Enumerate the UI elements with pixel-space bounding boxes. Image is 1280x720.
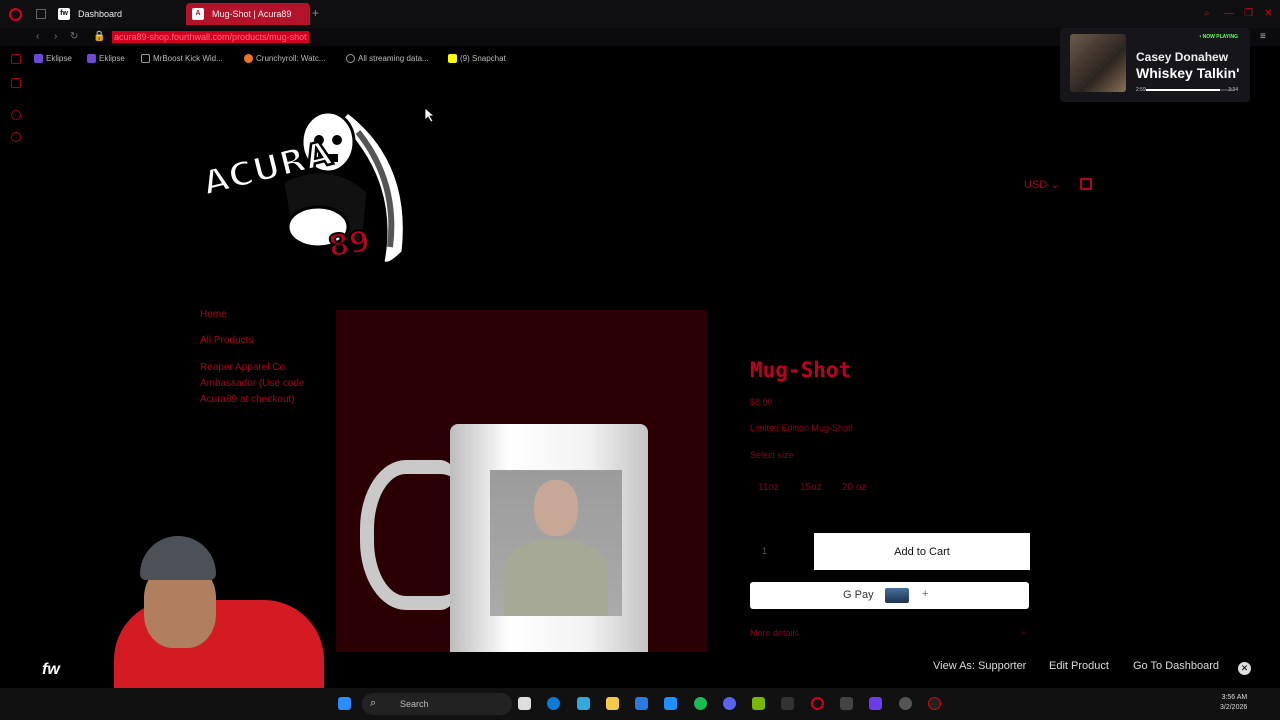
mugshot-photo xyxy=(490,470,622,616)
eklipse-icon xyxy=(34,54,43,63)
snapchat-icon xyxy=(448,54,457,63)
windows-taskbar: ⌕ Search 3:56 AM 3/2/2026 xyxy=(0,688,1280,720)
product-title: Mug-Shot xyxy=(750,358,852,382)
opera-menu-icon[interactable] xyxy=(9,8,22,21)
crunchyroll-icon xyxy=(244,54,253,63)
quantity-stepper[interactable]: 1 xyxy=(762,546,767,556)
store-icon[interactable] xyxy=(577,697,590,710)
duration-time: 3:34 xyxy=(1228,87,1238,93)
minimize-icon[interactable]: — xyxy=(1224,8,1234,19)
nav-all-products-link[interactable]: All Products xyxy=(200,333,253,349)
credit-card-icon xyxy=(885,588,909,603)
grid-app-icon[interactable] xyxy=(869,697,882,710)
edge-icon[interactable] xyxy=(547,697,560,710)
url-input[interactable]: acura89-shop.fourthwall.com/products/mug… xyxy=(112,31,309,43)
song-progress-bar xyxy=(1146,89,1234,91)
search-icon: ⌕ xyxy=(370,697,377,709)
now-playing-artist: Casey Donahew xyxy=(1136,50,1229,64)
chevron-down-icon: ⌄ xyxy=(1050,179,1060,191)
acura-favicon-icon: A xyxy=(192,8,204,20)
outlook-icon[interactable] xyxy=(664,697,677,710)
windows-start-icon[interactable] xyxy=(338,697,351,710)
product-description: Limited Edition Mug-Shot! xyxy=(750,423,854,433)
sidebar-aria-icon[interactable] xyxy=(11,54,21,64)
browser-menu-icon[interactable]: ≡ xyxy=(1260,31,1266,42)
fourthwall-logo: fw xyxy=(42,661,60,678)
obs-icon[interactable] xyxy=(928,697,941,710)
nav-reaper-link[interactable]: Reaper Apparel Co Ambassador (Use code A… xyxy=(200,360,320,408)
chevron-down-icon[interactable]: ⌄ xyxy=(1020,627,1027,636)
sidebar-settings-icon[interactable] xyxy=(11,132,21,142)
page-icon xyxy=(141,54,150,63)
sidebar-bag-icon[interactable] xyxy=(11,78,21,88)
back-icon[interactable]: ‹ xyxy=(36,31,39,42)
close-window-icon[interactable]: ✕ xyxy=(1264,8,1272,19)
browser-tab-bar: fw Dashboard A Mug-Shot | Acura89 + ⌕ — … xyxy=(0,0,1280,28)
google-pay-button[interactable]: G Pay + xyxy=(750,582,1029,609)
tab-mug-shot[interactable]: A Mug-Shot | Acura89 xyxy=(186,3,310,25)
calculator-icon[interactable] xyxy=(635,697,648,710)
nav-home-link[interactable]: Home xyxy=(200,307,227,323)
spotify-icon[interactable] xyxy=(694,697,707,710)
shopping-bag-icon[interactable] xyxy=(1080,178,1092,190)
now-playing-widget: • NOW PLAYING Casey Donahew Whiskey Talk… xyxy=(1060,28,1250,102)
tab-dashboard[interactable]: fw Dashboard xyxy=(52,3,184,25)
reload-icon[interactable]: ↻ xyxy=(70,31,78,42)
album-art xyxy=(1070,34,1126,92)
size-option-20oz[interactable]: 20 oz xyxy=(842,482,866,493)
go-to-dashboard-button[interactable]: Go To Dashboard xyxy=(1133,660,1219,672)
task-view-icon[interactable] xyxy=(518,697,531,710)
sidebar-history-icon[interactable] xyxy=(11,110,21,120)
bookmark-eklipse-2[interactable]: Eklipse xyxy=(87,54,125,63)
select-size-label: Select size xyxy=(750,450,794,460)
bookmark-mrboost[interactable]: MrBoost Kick Wid... xyxy=(141,54,223,63)
view-as-button[interactable]: View As: Supporter xyxy=(933,660,1026,672)
more-details-toggle[interactable]: More details xyxy=(750,628,799,638)
file-explorer-icon[interactable] xyxy=(606,697,619,710)
fourthwall-favicon-icon: fw xyxy=(58,8,70,20)
discord-icon[interactable] xyxy=(723,697,736,710)
plus-icon: + xyxy=(922,588,929,600)
currency-selector[interactable]: USD ⌄ xyxy=(1024,178,1060,191)
now-playing-badge: • NOW PLAYING xyxy=(1199,34,1238,40)
terminal-icon[interactable] xyxy=(781,697,794,710)
now-playing-song: Whiskey Talkin' xyxy=(1136,65,1240,81)
mouse-cursor-icon xyxy=(424,107,436,127)
eklipse-icon xyxy=(87,54,96,63)
mug-handle xyxy=(360,460,460,610)
tab-overview-icon[interactable] xyxy=(36,9,46,19)
maximize-icon[interactable]: ❐ xyxy=(1244,8,1253,19)
bookmark-streaming[interactable]: All streaming data... xyxy=(346,54,429,63)
opera-gx-icon[interactable] xyxy=(811,697,824,710)
bookmark-eklipse-1[interactable]: Eklipse xyxy=(34,54,72,63)
product-image[interactable] xyxy=(336,310,708,652)
link-icon xyxy=(346,54,355,63)
gpay-label: G Pay xyxy=(843,589,874,601)
tab-label: Mug-Shot | Acura89 xyxy=(212,9,292,19)
taskbar-clock[interactable]: 3:56 AM 3/2/2026 xyxy=(1220,693,1247,713)
svg-text:89: 89 xyxy=(326,224,372,264)
mug-body xyxy=(450,424,648,652)
tab-label: Dashboard xyxy=(78,9,123,19)
close-icon[interactable]: ✕ xyxy=(1238,662,1251,675)
mail-icon[interactable] xyxy=(840,697,853,710)
add-to-cart-button[interactable]: Add to Cart xyxy=(814,533,1030,570)
size-option-15oz[interactable]: 15oz xyxy=(800,482,822,493)
bookmark-crunchyroll[interactable]: Crunchyroll: Watc... xyxy=(244,54,326,63)
forward-icon[interactable]: › xyxy=(54,31,57,42)
bookmark-snapchat[interactable]: (9) Snapchat xyxy=(448,54,506,63)
edit-product-button[interactable]: Edit Product xyxy=(1049,660,1109,672)
acura89-logo[interactable]: ACURA 89 xyxy=(198,102,414,268)
taskbar-search[interactable]: ⌕ Search xyxy=(362,693,512,715)
search-tabs-icon[interactable]: ⌕ xyxy=(1204,8,1210,19)
settings-gear-icon[interactable] xyxy=(899,697,912,710)
lock-icon: 🔒 xyxy=(93,31,106,42)
elapsed-time: 2:59 xyxy=(1136,87,1146,93)
nvidia-icon[interactable] xyxy=(752,697,765,710)
product-price: $8.00 xyxy=(750,397,773,407)
new-tab-plus-icon[interactable]: + xyxy=(312,6,319,20)
size-option-11oz[interactable]: 11oz xyxy=(758,482,779,493)
